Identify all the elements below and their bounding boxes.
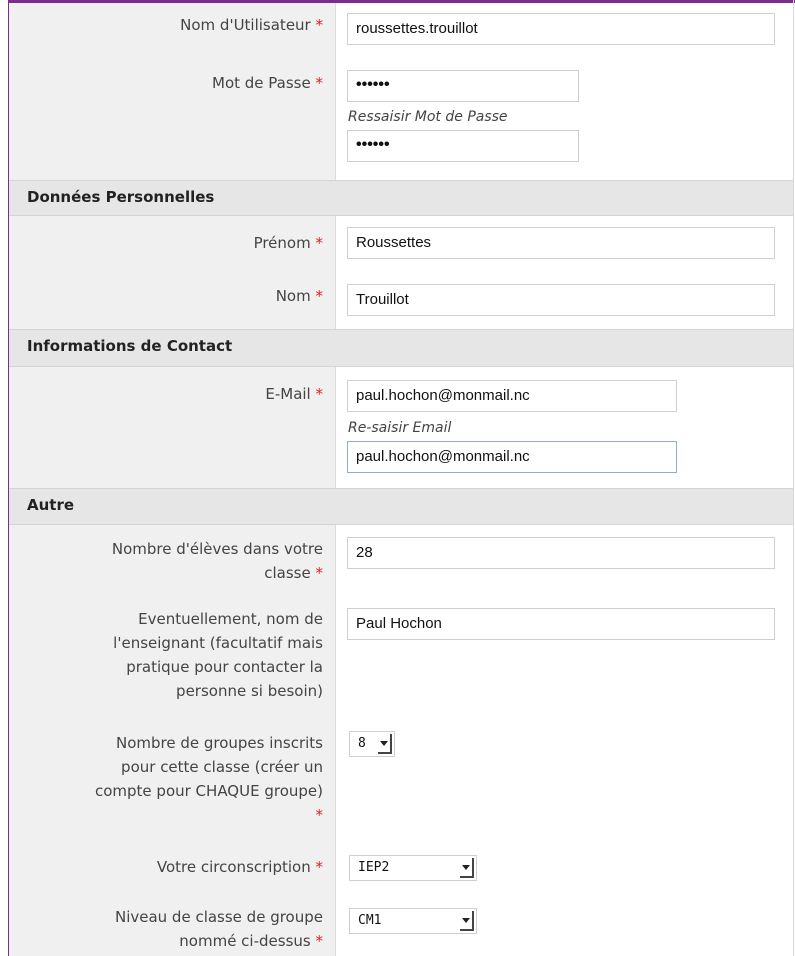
groups-label: Nombre de groupes inscrits pour cette cl… <box>94 734 323 824</box>
firstname-label: Prénom * <box>253 234 323 252</box>
firstname-input[interactable]: Roussettes <box>347 227 775 259</box>
lastname-label: Nom * <box>275 287 323 305</box>
section-personal-data: Données Personnelles <box>9 180 793 216</box>
row-level: Niveau de classe de groupe nommé ci-dess… <box>9 895 793 956</box>
password-label: Mot de Passe * <box>212 74 323 92</box>
level-label: Niveau de classe de groupe nommé ci-dess… <box>114 908 323 950</box>
students-count-input[interactable]: 28 <box>347 537 775 569</box>
username-input[interactable]: roussettes.trouillot <box>347 13 775 45</box>
registration-form: Nom d'Utilisateur * roussettes.trouillot… <box>9 3 793 956</box>
email-label: E-Mail * <box>265 385 323 403</box>
lastname-input[interactable]: Trouillot <box>347 284 775 316</box>
section-contact: Informations de Contact <box>9 329 793 367</box>
teacher-label: Eventuellement, nom de l'enseignant (fac… <box>113 610 323 700</box>
groups-count-select[interactable]: 8 <box>349 731 395 757</box>
row-students: Nombre d'élèves dans votre classe * 28 <box>9 525 793 597</box>
row-teacher: Eventuellement, nom de l'enseignant (fac… <box>9 597 793 723</box>
chevron-down-icon <box>378 734 392 754</box>
row-district: Votre circonscription * IEP2 <box>9 843 793 895</box>
section-other: Autre <box>9 488 793 525</box>
row-firstname: Prénom * Roussettes <box>9 216 793 273</box>
password-confirm-input[interactable]: •••••• <box>347 130 579 162</box>
window-left-border <box>0 0 9 956</box>
email-confirm-input[interactable]: paul.hochon@monmail.nc <box>347 441 677 473</box>
row-groups: Nombre de groupes inscrits pour cette cl… <box>9 723 793 843</box>
row-email: E-Mail * paul.hochon@monmail.nc Re-saisi… <box>9 367 793 491</box>
section-contact-title: Informations de Contact <box>27 337 233 355</box>
chevron-down-icon <box>460 911 474 931</box>
district-label: Votre circonscription * <box>156 858 323 876</box>
chevron-down-icon <box>460 858 474 878</box>
username-label: Nom d'Utilisateur * <box>180 16 323 34</box>
password-input[interactable]: •••••• <box>347 70 579 102</box>
row-password: Mot de Passe * •••••• Ressaisir Mot de P… <box>9 53 793 183</box>
window-right-border <box>793 0 794 956</box>
email-input[interactable]: paul.hochon@monmail.nc <box>347 380 677 412</box>
section-personal-data-title: Données Personnelles <box>27 188 215 206</box>
password-confirm-label: Ressaisir Mot de Passe <box>348 109 508 125</box>
district-select[interactable]: IEP2 <box>349 855 477 881</box>
students-label: Nombre d'élèves dans votre classe * <box>111 540 323 582</box>
teacher-name-input[interactable]: Paul Hochon <box>347 608 775 640</box>
row-username: Nom d'Utilisateur * roussettes.trouillot <box>9 3 793 53</box>
level-select[interactable]: CM1 <box>349 908 477 934</box>
section-other-title: Autre <box>27 496 75 514</box>
email-confirm-label: Re-saisir Email <box>348 420 452 436</box>
